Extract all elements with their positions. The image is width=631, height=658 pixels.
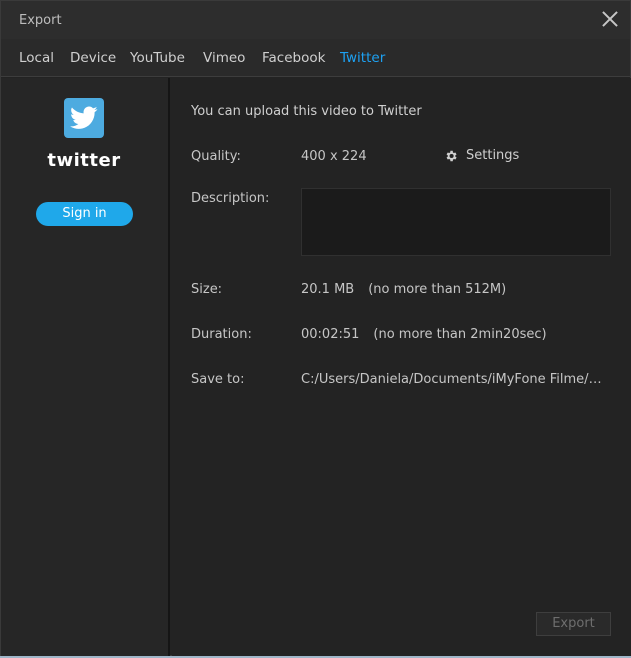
- settings-button[interactable]: Settings: [444, 148, 519, 163]
- upload-message: You can upload this video to Twitter: [191, 104, 422, 119]
- window-title: Export: [19, 13, 62, 28]
- quality-label: Quality:: [191, 149, 241, 164]
- export-dialog: Export Local Device YouTube Vimeo Facebo…: [0, 0, 631, 657]
- duration-value-row: 00:02:51 (no more than 2min20sec): [301, 327, 547, 342]
- quality-value: 400 x 224: [301, 149, 367, 164]
- settings-label: Settings: [466, 148, 520, 163]
- tab-vimeo[interactable]: Vimeo: [203, 50, 245, 66]
- description-label: Description:: [191, 191, 270, 206]
- size-label: Size:: [191, 282, 223, 297]
- twitter-wordmark: twitter: [47, 150, 121, 171]
- save-path[interactable]: C:/Users/Daniela/Documents/iMyFone Filme…: [301, 372, 607, 387]
- description-field[interactable]: [301, 188, 611, 256]
- tab-device[interactable]: Device: [70, 50, 116, 66]
- twitter-bird-icon: [64, 98, 104, 138]
- tab-twitter[interactable]: Twitter: [340, 50, 385, 66]
- gear-icon: [446, 150, 457, 161]
- duration-label: Duration:: [191, 327, 252, 342]
- account-sidebar: twitter Sign in: [1, 78, 170, 657]
- tab-local[interactable]: Local: [19, 50, 54, 66]
- close-icon[interactable]: [602, 11, 618, 27]
- title-bar: Export: [1, 1, 630, 39]
- export-button[interactable]: Export: [536, 612, 611, 636]
- size-limit-note: (no more than 512M): [368, 282, 507, 297]
- tab-facebook[interactable]: Facebook: [262, 50, 325, 66]
- upload-panel: You can upload this video to Twitter Qua…: [172, 78, 631, 657]
- duration-value: 00:02:51: [301, 327, 360, 342]
- size-value: 20.1 MB: [301, 282, 355, 297]
- duration-limit-note: (no more than 2min20sec): [373, 327, 547, 342]
- sign-in-button[interactable]: Sign in: [36, 202, 133, 226]
- size-value-row: 20.1 MB (no more than 512M): [301, 282, 506, 297]
- export-tabs: Local Device YouTube Vimeo Facebook Twit…: [1, 39, 630, 77]
- tab-youtube[interactable]: YouTube: [130, 50, 185, 66]
- save-to-label: Save to:: [191, 372, 245, 387]
